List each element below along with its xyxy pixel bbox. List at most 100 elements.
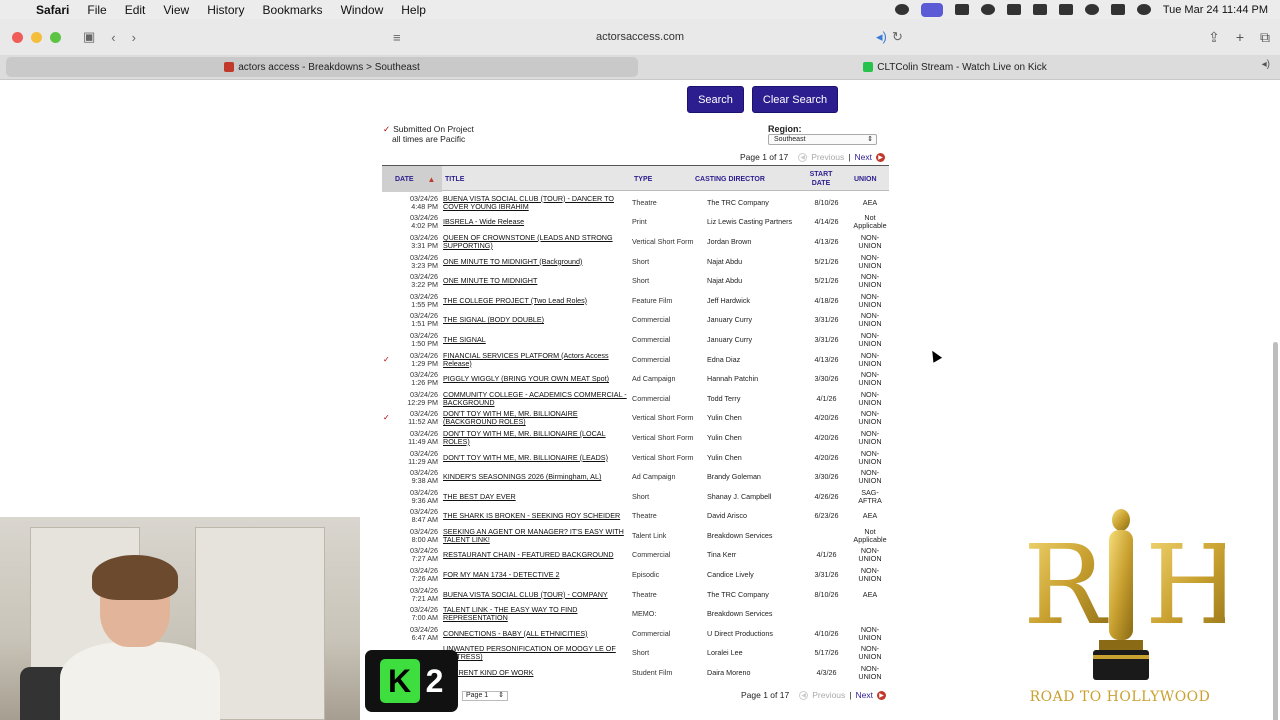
row-title-link[interactable]: FOR MY MAN 1734 - DETECTIVE 2 xyxy=(443,565,628,585)
stage-manager-icon[interactable] xyxy=(920,2,943,17)
table-row[interactable]: ✓ 03/24/26 1:29 PM FINANCIAL SERVICES PLAT… xyxy=(382,350,889,370)
clear-search-button[interactable]: Clear Search xyxy=(752,86,838,113)
row-title-link[interactable]: KINDER'S SEASONINGS 2026 (Birmingham, AL… xyxy=(443,467,628,487)
search-button[interactable]: Search xyxy=(687,86,744,113)
menu-window[interactable]: Window xyxy=(332,3,393,17)
row-title-link[interactable]: COMMUNITY COLLEGE - ACADEMICS COMMERCIAL… xyxy=(443,389,628,409)
page-scrollbar[interactable] xyxy=(1273,342,1278,720)
minimize-window-button[interactable] xyxy=(31,31,42,43)
tab-actors-access[interactable]: actors access - Breakdowns > Southeast xyxy=(6,57,638,77)
table-row[interactable]: 03/24/26 7:00 AM TALENT LINK - THE EASY W… xyxy=(382,604,889,624)
table-row[interactable]: 03/24/26 1:26 PM PIGGLY WIGGLY (BRING YOU… xyxy=(382,369,889,389)
battery-icon[interactable] xyxy=(1032,4,1047,15)
table-row[interactable]: 03/24/26 8:00 AM SEEKING AN AGENT OR MANA… xyxy=(382,526,889,546)
row-title-link[interactable]: ONE MINUTE TO MIDNIGHT (Background) xyxy=(443,252,628,272)
menubar-clock[interactable]: Tue Mar 24 11:44 PM xyxy=(1163,4,1268,16)
row-title-link[interactable]: DON'T TOY WITH ME, MR. BILLIONAIRE (LEAD… xyxy=(443,448,628,468)
row-casting-director: David Arisco xyxy=(707,511,747,521)
table-row[interactable]: 03/24/26 7:27 AM RESTAURANT CHAIN - FEATU… xyxy=(382,546,889,566)
table-row[interactable]: 03/24/26 9:38 AM KINDER'S SEASONINGS 2026… xyxy=(382,467,889,487)
row-title-link[interactable]: FINANCIAL SERVICES PLATFORM (Actors Acce… xyxy=(443,350,628,370)
row-title-link[interactable]: IFFERENT KIND OF WORK xyxy=(443,663,628,683)
row-title-link[interactable]: DON'T TOY WITH ME, MR. BILLIONAIRE (LOCA… xyxy=(443,428,628,448)
menu-safari[interactable]: Safari xyxy=(36,3,78,17)
table-row[interactable]: 03/24/26 1:50 PM THE SIGNAL Commercial Janu… xyxy=(382,330,889,350)
table-row[interactable]: 03/24/26 1:55 PM THE COLLEGE PROJECT (Two… xyxy=(382,291,889,311)
header-type[interactable]: TYPE xyxy=(634,166,652,192)
table-row[interactable]: 03/24/26 7:26 AM FOR MY MAN 1734 - DETECT… xyxy=(382,565,889,585)
menu-file[interactable]: File xyxy=(78,3,115,17)
header-date[interactable]: DATE ▲ xyxy=(382,166,442,192)
close-window-button[interactable] xyxy=(12,31,23,43)
control-center-icon[interactable] xyxy=(1110,4,1125,15)
forward-icon[interactable]: › xyxy=(124,30,144,45)
spotlight-search-icon[interactable] xyxy=(1084,4,1099,15)
table-row[interactable]: 03/24/26 11:49 AM DON'T TOY WITH ME, MR. … xyxy=(382,428,889,448)
wifi-icon[interactable] xyxy=(1058,4,1073,15)
table-row[interactable]: 03/24/26 3:23 PM ONE MINUTE TO MIDNIGHT (… xyxy=(382,252,889,272)
table-row[interactable]: 03/24/26 4:02 PM IBSRELA - Wide Release Pr… xyxy=(382,213,889,233)
table-row[interactable]: 03/24/26 3:31 PM QUEEN OF CROWNSTONE (LEA… xyxy=(382,232,889,252)
row-title-link[interactable]: BUENA VISTA SOCIAL CLUB (TOUR) - DANCER … xyxy=(443,193,628,213)
row-title-link[interactable]: DON'T TOY WITH ME, MR. BILLIONAIRE (BACK… xyxy=(443,409,628,429)
next-link[interactable]: Next xyxy=(855,152,872,162)
reader-icon[interactable]: ≡ xyxy=(385,30,409,45)
table-row[interactable]: 03/24/26 7:21 AM BUENA VISTA SOCIAL CLUB … xyxy=(382,585,889,605)
table-row[interactable]: 03/24/26 12:29 PM COMMUNITY COLLEGE - ACA… xyxy=(382,389,889,409)
back-icon[interactable]: ‹ xyxy=(103,30,123,45)
reload-icon[interactable]: ↻ xyxy=(884,29,911,45)
row-title-link[interactable]: THE COLLEGE PROJECT (Two Lead Roles) xyxy=(443,291,628,311)
zoom-window-button[interactable] xyxy=(50,31,61,43)
menu-bookmarks[interactable]: Bookmarks xyxy=(254,3,332,17)
row-title-link[interactable]: CONNECTIONS - BABY (ALL ETHNICITIES) xyxy=(443,624,628,644)
table-row[interactable]: 03/24/26 3:22 PM ONE MINUTE TO MIDNIGHT Sh… xyxy=(382,271,889,291)
table-row[interactable]: 03/24/26 9:36 AM THE BEST DAY EVER Short Sh… xyxy=(382,487,889,507)
new-tab-icon[interactable]: + xyxy=(1236,29,1244,46)
next-arrow-icon[interactable]: ▶ xyxy=(877,690,886,700)
menu-help[interactable]: Help xyxy=(392,3,435,17)
table-row[interactable]: ✓ 03/24/26 11:52 AM DON'T TOY WITH ME, MR.… xyxy=(382,409,889,429)
table-row[interactable]: 03/24/26 6:47 AM CONNECTIONS - BABY (ALL … xyxy=(382,624,889,644)
row-title-link[interactable]: BUENA VISTA SOCIAL CLUB (TOUR) - COMPANY xyxy=(443,585,628,605)
next-link[interactable]: Next xyxy=(856,690,873,700)
row-title-link[interactable]: SEEKING AN AGENT OR MANAGER? IT'S EASY W… xyxy=(443,526,628,546)
row-title-link[interactable]: THE BEST DAY EVER xyxy=(443,487,628,507)
table-row[interactable]: 03/24/26 1:51 PM THE SIGNAL (BODY DOUBLE)… xyxy=(382,311,889,331)
header-union[interactable]: UNION xyxy=(854,166,877,192)
menu-edit[interactable]: Edit xyxy=(116,3,155,17)
row-title-link[interactable]: UNWANTED PERSONIFICATION OF MOOGY LE OF … xyxy=(443,644,628,664)
share-icon[interactable]: ⇪ xyxy=(1208,29,1220,46)
header-casting-director[interactable]: CASTING DIRECTOR xyxy=(695,166,765,192)
row-title-link[interactable]: ONE MINUTE TO MIDNIGHT xyxy=(443,271,628,291)
header-start-date[interactable]: START DATE xyxy=(806,166,836,192)
table-row[interactable]: 03/24/26 8:47 AM THE SHARK IS BROKEN - SE… xyxy=(382,507,889,527)
table-row[interactable]: UNWANTED PERSONIFICATION OF MOOGY LE OF … xyxy=(382,644,889,664)
menu-history[interactable]: History xyxy=(198,3,253,17)
bluetooth-icon[interactable] xyxy=(1006,4,1021,15)
gamepad-icon[interactable] xyxy=(954,4,969,15)
page-select[interactable]: Page 1 ⇕ xyxy=(462,691,508,701)
tab-kick-stream[interactable]: CLTColin Stream - Watch Live on Kick xyxy=(640,57,1270,77)
region-select[interactable]: Southeast ⇕ xyxy=(768,134,877,145)
row-title-link[interactable]: TALENT LINK - THE EASY WAY TO FIND REPRE… xyxy=(443,604,628,624)
table-row[interactable]: 03/24/26 11:29 AM DON'T TOY WITH ME, MR. … xyxy=(382,448,889,468)
row-title-link[interactable]: RESTAURANT CHAIN - FEATURED BACKGROUND xyxy=(443,546,628,566)
table-row[interactable]: 03/24/26 4:48 PM BUENA VISTA SOCIAL CLUB … xyxy=(382,193,889,213)
menu-view[interactable]: View xyxy=(154,3,198,17)
row-title-link[interactable]: PIGGLY WIGGLY (BRING YOUR OWN MEAT Spot) xyxy=(443,369,628,389)
siri-icon[interactable] xyxy=(1136,4,1151,15)
row-title-link[interactable]: THE SIGNAL xyxy=(443,330,628,350)
table-row[interactable]: IFFERENT KIND OF WORK Student Film Daira M… xyxy=(382,663,889,683)
row-title-link[interactable]: THE SHARK IS BROKEN - SEEKING ROY SCHEID… xyxy=(443,507,628,527)
tab-overview-icon[interactable]: ⧉ xyxy=(1260,29,1270,46)
next-arrow-icon[interactable]: ▶ xyxy=(876,152,885,162)
sidebar-toggle-icon[interactable]: ▣ xyxy=(75,29,103,45)
row-title-link[interactable]: QUEEN OF CROWNSTONE (LEADS AND STRONG SU… xyxy=(443,232,628,252)
header-title[interactable]: TITLE xyxy=(445,166,464,192)
row-title-link[interactable]: THE SIGNAL (BODY DOUBLE) xyxy=(443,311,628,331)
play-icon[interactable] xyxy=(980,4,995,15)
address-bar[interactable]: actorsaccess.com xyxy=(520,31,760,43)
tab-audio-icon[interactable]: ◂) xyxy=(1262,59,1270,70)
screen-record-icon[interactable] xyxy=(894,4,909,15)
row-title-link[interactable]: IBSRELA - Wide Release xyxy=(443,213,628,233)
